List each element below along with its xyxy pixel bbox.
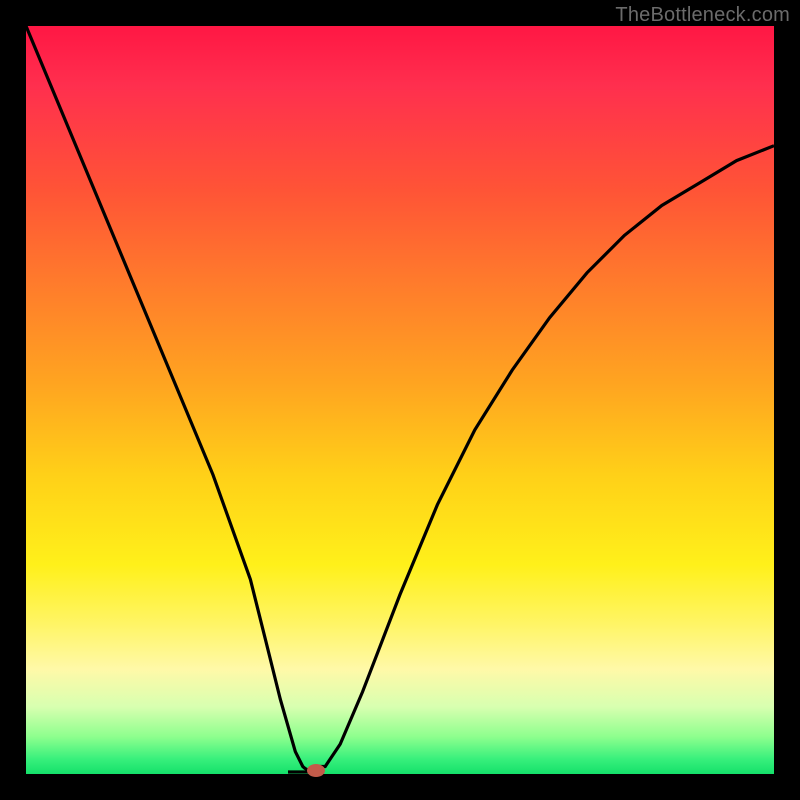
optimal-marker xyxy=(307,764,325,777)
curve-path xyxy=(26,26,774,770)
watermark-text: TheBottleneck.com xyxy=(615,4,790,27)
bottleneck-curve xyxy=(26,26,774,774)
chart-frame: TheBottleneck.com xyxy=(0,0,800,800)
plot-area xyxy=(26,26,774,774)
